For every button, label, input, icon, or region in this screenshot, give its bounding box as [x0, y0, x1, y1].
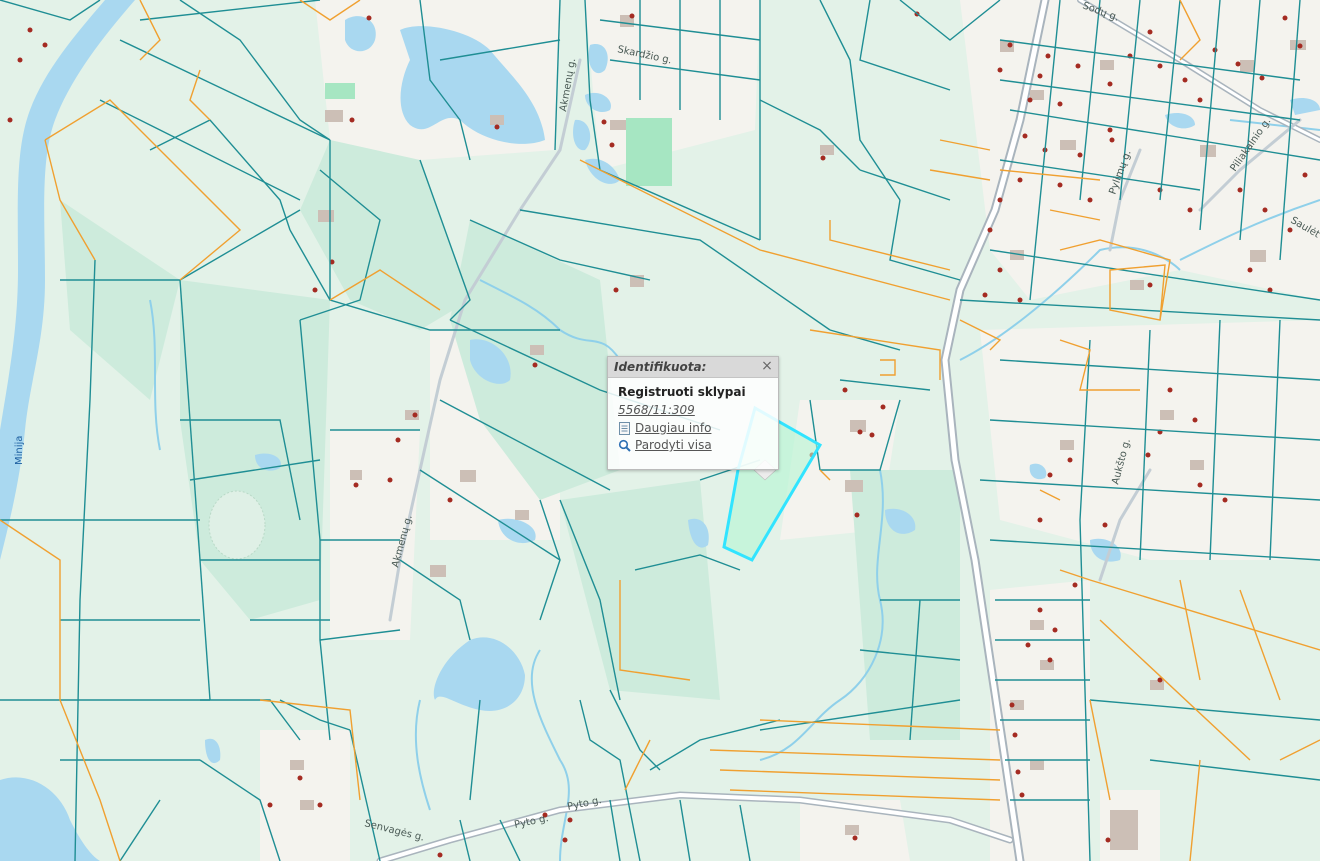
show-all-label: Parodyti visa — [635, 438, 712, 452]
more-info-link[interactable]: Daugiau info — [618, 421, 768, 435]
river-label: Minija — [14, 436, 25, 465]
parcel-id-link[interactable]: 5568/11:309 — [618, 403, 695, 417]
magnifier-icon — [618, 439, 631, 452]
identify-popup: Identifikuota: × Registruoti sklypai 556… — [607, 356, 779, 470]
green-lot — [325, 83, 355, 99]
show-all-link[interactable]: Parodyti visa — [618, 438, 768, 452]
document-icon — [619, 421, 630, 435]
popup-title: Registruoti sklypai — [618, 385, 746, 399]
wetland — [208, 490, 266, 560]
more-info-label: Daugiau info — [635, 421, 712, 435]
popup-header: Identifikuota: — [608, 357, 778, 378]
sports-field — [626, 118, 672, 186]
close-icon[interactable]: × — [760, 359, 774, 373]
popup-body: Registruoti sklypai 5568/11:309 Daugiau … — [608, 378, 778, 459]
